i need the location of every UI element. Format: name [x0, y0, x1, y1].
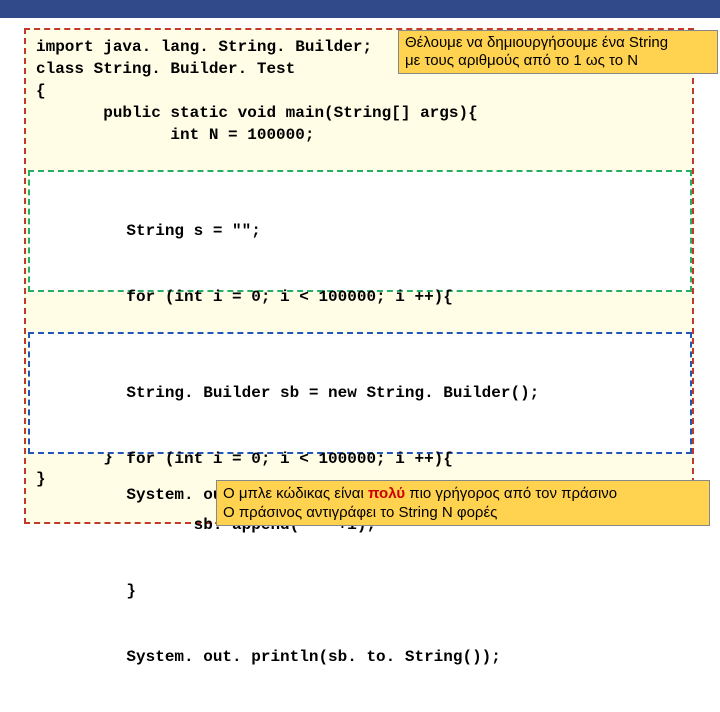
blue-code-box: String. Builder sb = new String. Builder…	[28, 332, 692, 454]
annotation-text: πιο γρήγορος από τον πράσινο	[405, 485, 617, 502]
code-line: for (int i = 0; i < 100000; i ++){	[40, 448, 690, 470]
annotation-intent: Θέλουμε να δημιουργήσουμε ένα String με …	[398, 30, 718, 74]
code-line: {	[26, 80, 692, 102]
code-line: }	[40, 580, 690, 602]
code-line: String. Builder sb = new String. Builder…	[40, 382, 690, 404]
code-line: for (int i = 0; i < 100000; i ++){	[40, 286, 690, 308]
code-line: int N = 100000;	[26, 124, 692, 146]
annotation-performance: Ο μπλε κώδικας είναι πολύ πιο γρήγορος α…	[216, 480, 710, 526]
code-line: System. out. println(sb. to. String());	[40, 646, 690, 668]
code-line: public static void main(String[] args){	[26, 102, 692, 124]
green-code-box: String s = ""; for (int i = 0; i < 10000…	[28, 170, 692, 292]
code-line: String s = "";	[40, 220, 690, 242]
annotation-text: Θέλουμε να δημιουργήσουμε ένα String	[405, 34, 668, 51]
annotation-text: με τους αριθμούς από το 1 ως το Ν	[405, 52, 638, 69]
annotation-text: Ο πράσινος αντιγράφει το String N φορές	[223, 504, 497, 521]
annotation-text: Ο μπλε κώδικας είναι	[223, 485, 368, 502]
top-header-bar	[0, 0, 720, 18]
emphasis-word: πολύ	[368, 485, 405, 502]
